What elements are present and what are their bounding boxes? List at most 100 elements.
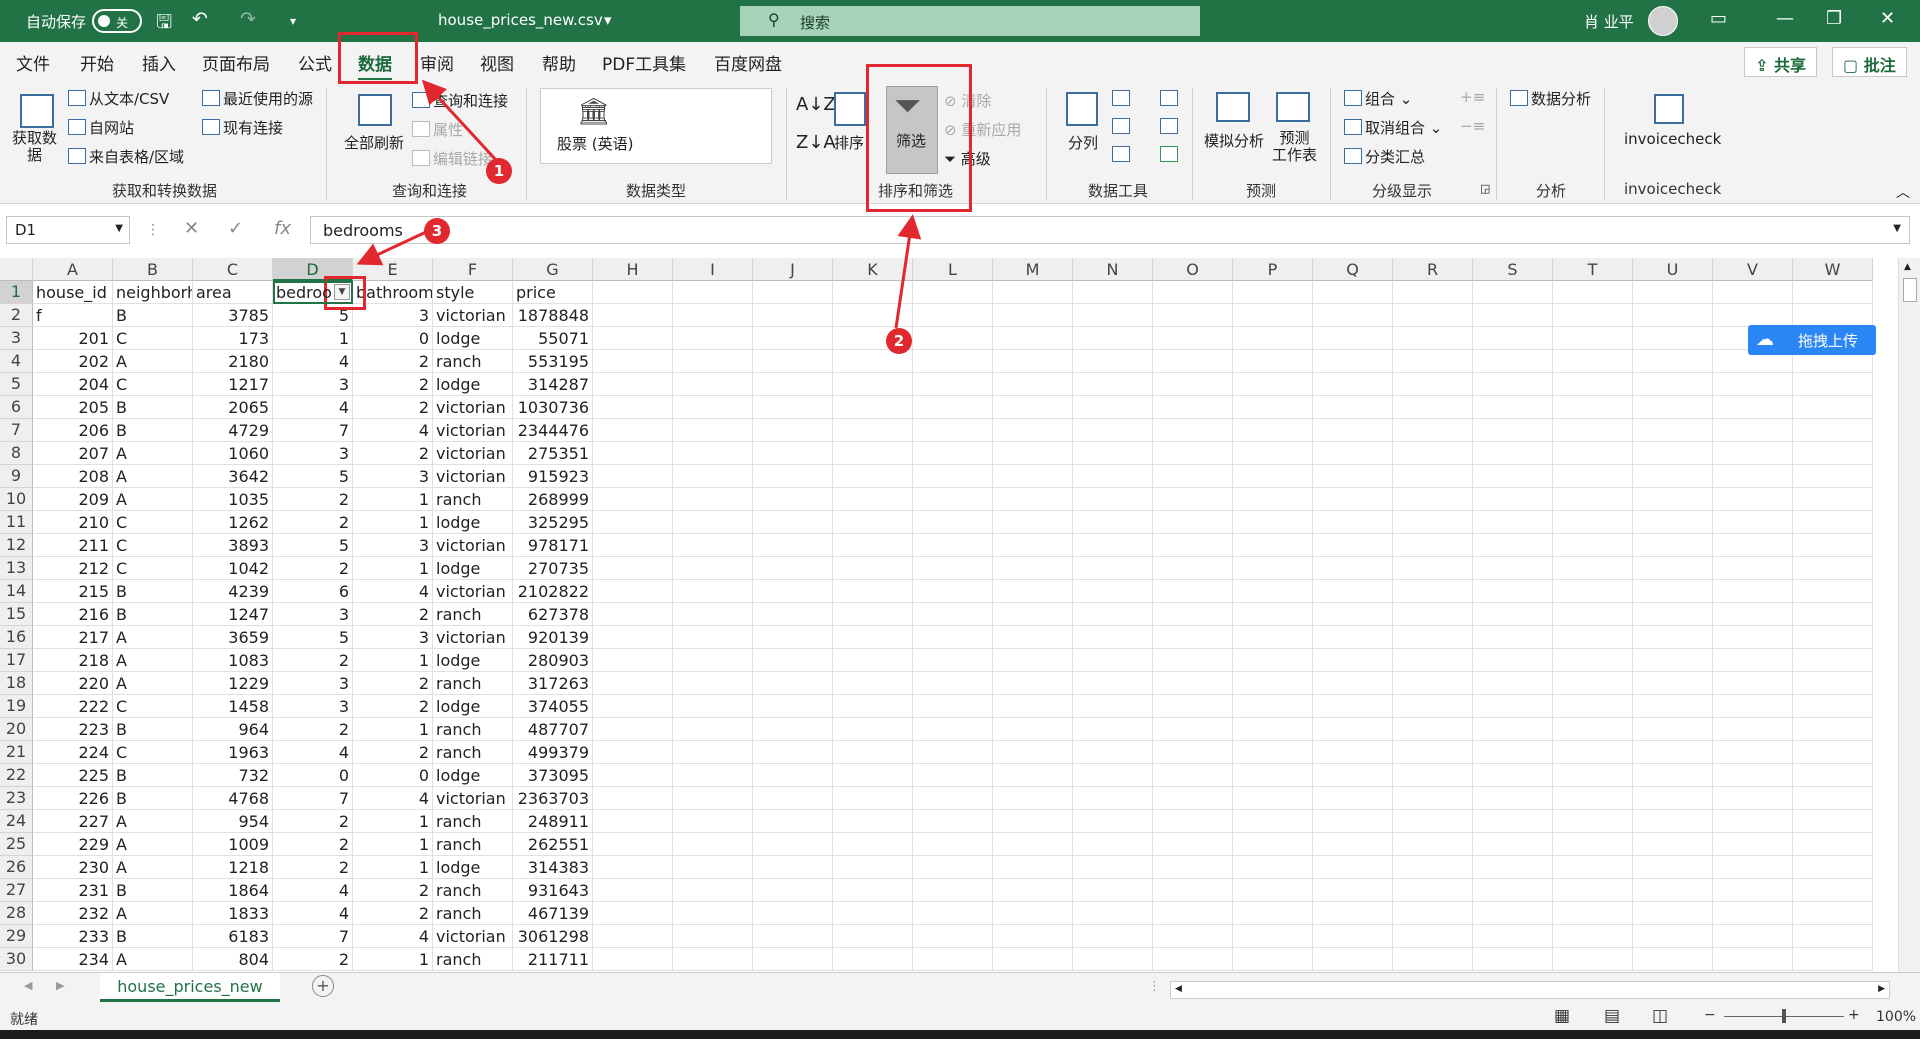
close-icon[interactable]: ✕ bbox=[1880, 8, 1895, 29]
cell-Q27[interactable] bbox=[1313, 879, 1393, 902]
cell-C25[interactable]: 1009 bbox=[193, 833, 273, 856]
cell-H7[interactable] bbox=[593, 419, 673, 442]
redo-icon[interactable]: ↷ bbox=[240, 8, 256, 30]
cell-O6[interactable] bbox=[1153, 396, 1233, 419]
cell-T4[interactable] bbox=[1553, 350, 1633, 373]
row-header[interactable]: 8 bbox=[0, 442, 33, 465]
cell-R28[interactable] bbox=[1393, 902, 1473, 925]
cell-B8[interactable]: A bbox=[113, 442, 193, 465]
cell-L17[interactable] bbox=[913, 649, 993, 672]
cell-R24[interactable] bbox=[1393, 810, 1473, 833]
data-validation-icon[interactable] bbox=[1112, 146, 1130, 162]
cell-A29[interactable]: 233 bbox=[33, 925, 113, 948]
cell-R13[interactable] bbox=[1393, 557, 1473, 580]
cell-D24[interactable]: 2 bbox=[273, 810, 353, 833]
cell-Q21[interactable] bbox=[1313, 741, 1393, 764]
cell-J6[interactable] bbox=[753, 396, 833, 419]
cell-C12[interactable]: 3893 bbox=[193, 534, 273, 557]
cell-V22[interactable] bbox=[1713, 764, 1793, 787]
cell-L4[interactable] bbox=[913, 350, 993, 373]
cell-W29[interactable] bbox=[1793, 925, 1873, 948]
prev-sheet-icon[interactable]: ◀ bbox=[24, 979, 32, 992]
cell-A21[interactable]: 224 bbox=[33, 741, 113, 764]
file-name[interactable]: house_prices_new.csv bbox=[438, 11, 603, 29]
cell-T17[interactable] bbox=[1553, 649, 1633, 672]
cell-J9[interactable] bbox=[753, 465, 833, 488]
cell-N2[interactable] bbox=[1073, 304, 1153, 327]
formula-input[interactable]: bedrooms ▼ bbox=[310, 216, 1910, 244]
cell-B3[interactable]: C bbox=[113, 327, 193, 350]
cell-N18[interactable] bbox=[1073, 672, 1153, 695]
get-data-button[interactable]: 获取数 据 bbox=[12, 130, 57, 164]
invoicecheck-button[interactable]: invoicecheck bbox=[1624, 130, 1721, 148]
cell-M16[interactable] bbox=[993, 626, 1073, 649]
autosave-toggle[interactable]: 关 bbox=[92, 9, 142, 33]
comment-button[interactable]: ▢ 批注 bbox=[1832, 47, 1907, 77]
cell-T13[interactable] bbox=[1553, 557, 1633, 580]
cell-E8[interactable]: 2 bbox=[353, 442, 433, 465]
cell-D10[interactable]: 2 bbox=[273, 488, 353, 511]
cell-S16[interactable] bbox=[1473, 626, 1553, 649]
cell-D7[interactable]: 7 bbox=[273, 419, 353, 442]
cell-P9[interactable] bbox=[1233, 465, 1313, 488]
cell-N12[interactable] bbox=[1073, 534, 1153, 557]
cell-N22[interactable] bbox=[1073, 764, 1153, 787]
cell-V20[interactable] bbox=[1713, 718, 1793, 741]
cell-L27[interactable] bbox=[913, 879, 993, 902]
cell-T24[interactable] bbox=[1553, 810, 1633, 833]
cell-K18[interactable] bbox=[833, 672, 913, 695]
cell-T12[interactable] bbox=[1553, 534, 1633, 557]
cell-G13[interactable]: 270735 bbox=[513, 557, 593, 580]
menu-1[interactable]: 开始 bbox=[80, 50, 114, 75]
cell-T30[interactable] bbox=[1553, 948, 1633, 971]
cell-M20[interactable] bbox=[993, 718, 1073, 741]
cell-F13[interactable]: lodge bbox=[433, 557, 513, 580]
cell-U6[interactable] bbox=[1633, 396, 1713, 419]
cell-G25[interactable]: 262551 bbox=[513, 833, 593, 856]
column-header-F[interactable]: F bbox=[433, 258, 513, 281]
cell-V7[interactable] bbox=[1713, 419, 1793, 442]
row-header[interactable]: 26 bbox=[0, 856, 33, 879]
cell-S10[interactable] bbox=[1473, 488, 1553, 511]
cell-K17[interactable] bbox=[833, 649, 913, 672]
cell-V2[interactable] bbox=[1713, 304, 1793, 327]
cell-P10[interactable] bbox=[1233, 488, 1313, 511]
cell-C27[interactable]: 1864 bbox=[193, 879, 273, 902]
cell-S30[interactable] bbox=[1473, 948, 1553, 971]
next-sheet-icon[interactable]: ▶ bbox=[56, 979, 64, 992]
menu-6[interactable]: 审阅 bbox=[420, 50, 454, 75]
cell-K22[interactable] bbox=[833, 764, 913, 787]
cell-Q26[interactable] bbox=[1313, 856, 1393, 879]
cell-M14[interactable] bbox=[993, 580, 1073, 603]
cell-O9[interactable] bbox=[1153, 465, 1233, 488]
cell-S11[interactable] bbox=[1473, 511, 1553, 534]
cell-W24[interactable] bbox=[1793, 810, 1873, 833]
cell-F11[interactable]: lodge bbox=[433, 511, 513, 534]
cell-U15[interactable] bbox=[1633, 603, 1713, 626]
cell-P24[interactable] bbox=[1233, 810, 1313, 833]
cell-R6[interactable] bbox=[1393, 396, 1473, 419]
cell-O18[interactable] bbox=[1153, 672, 1233, 695]
row-header[interactable]: 17 bbox=[0, 649, 33, 672]
flash-fill-icon[interactable] bbox=[1112, 90, 1130, 106]
cell-A6[interactable]: 205 bbox=[33, 396, 113, 419]
cell-F26[interactable]: lodge bbox=[433, 856, 513, 879]
cell-O14[interactable] bbox=[1153, 580, 1233, 603]
cell-O7[interactable] bbox=[1153, 419, 1233, 442]
cell-L21[interactable] bbox=[913, 741, 993, 764]
cell-J7[interactable] bbox=[753, 419, 833, 442]
cell-M25[interactable] bbox=[993, 833, 1073, 856]
cell-K9[interactable] bbox=[833, 465, 913, 488]
cell-U7[interactable] bbox=[1633, 419, 1713, 442]
column-header-I[interactable]: I bbox=[673, 258, 753, 281]
cell-J26[interactable] bbox=[753, 856, 833, 879]
cell-C19[interactable]: 1458 bbox=[193, 695, 273, 718]
cell-A3[interactable]: 201 bbox=[33, 327, 113, 350]
cell-B13[interactable]: C bbox=[113, 557, 193, 580]
cell-A9[interactable]: 208 bbox=[33, 465, 113, 488]
cell-S7[interactable] bbox=[1473, 419, 1553, 442]
cell-A14[interactable]: 215 bbox=[33, 580, 113, 603]
cell-S12[interactable] bbox=[1473, 534, 1553, 557]
from-text-button[interactable]: 从文本/CSV bbox=[68, 88, 169, 109]
remove-duplicates-icon[interactable] bbox=[1112, 118, 1130, 134]
